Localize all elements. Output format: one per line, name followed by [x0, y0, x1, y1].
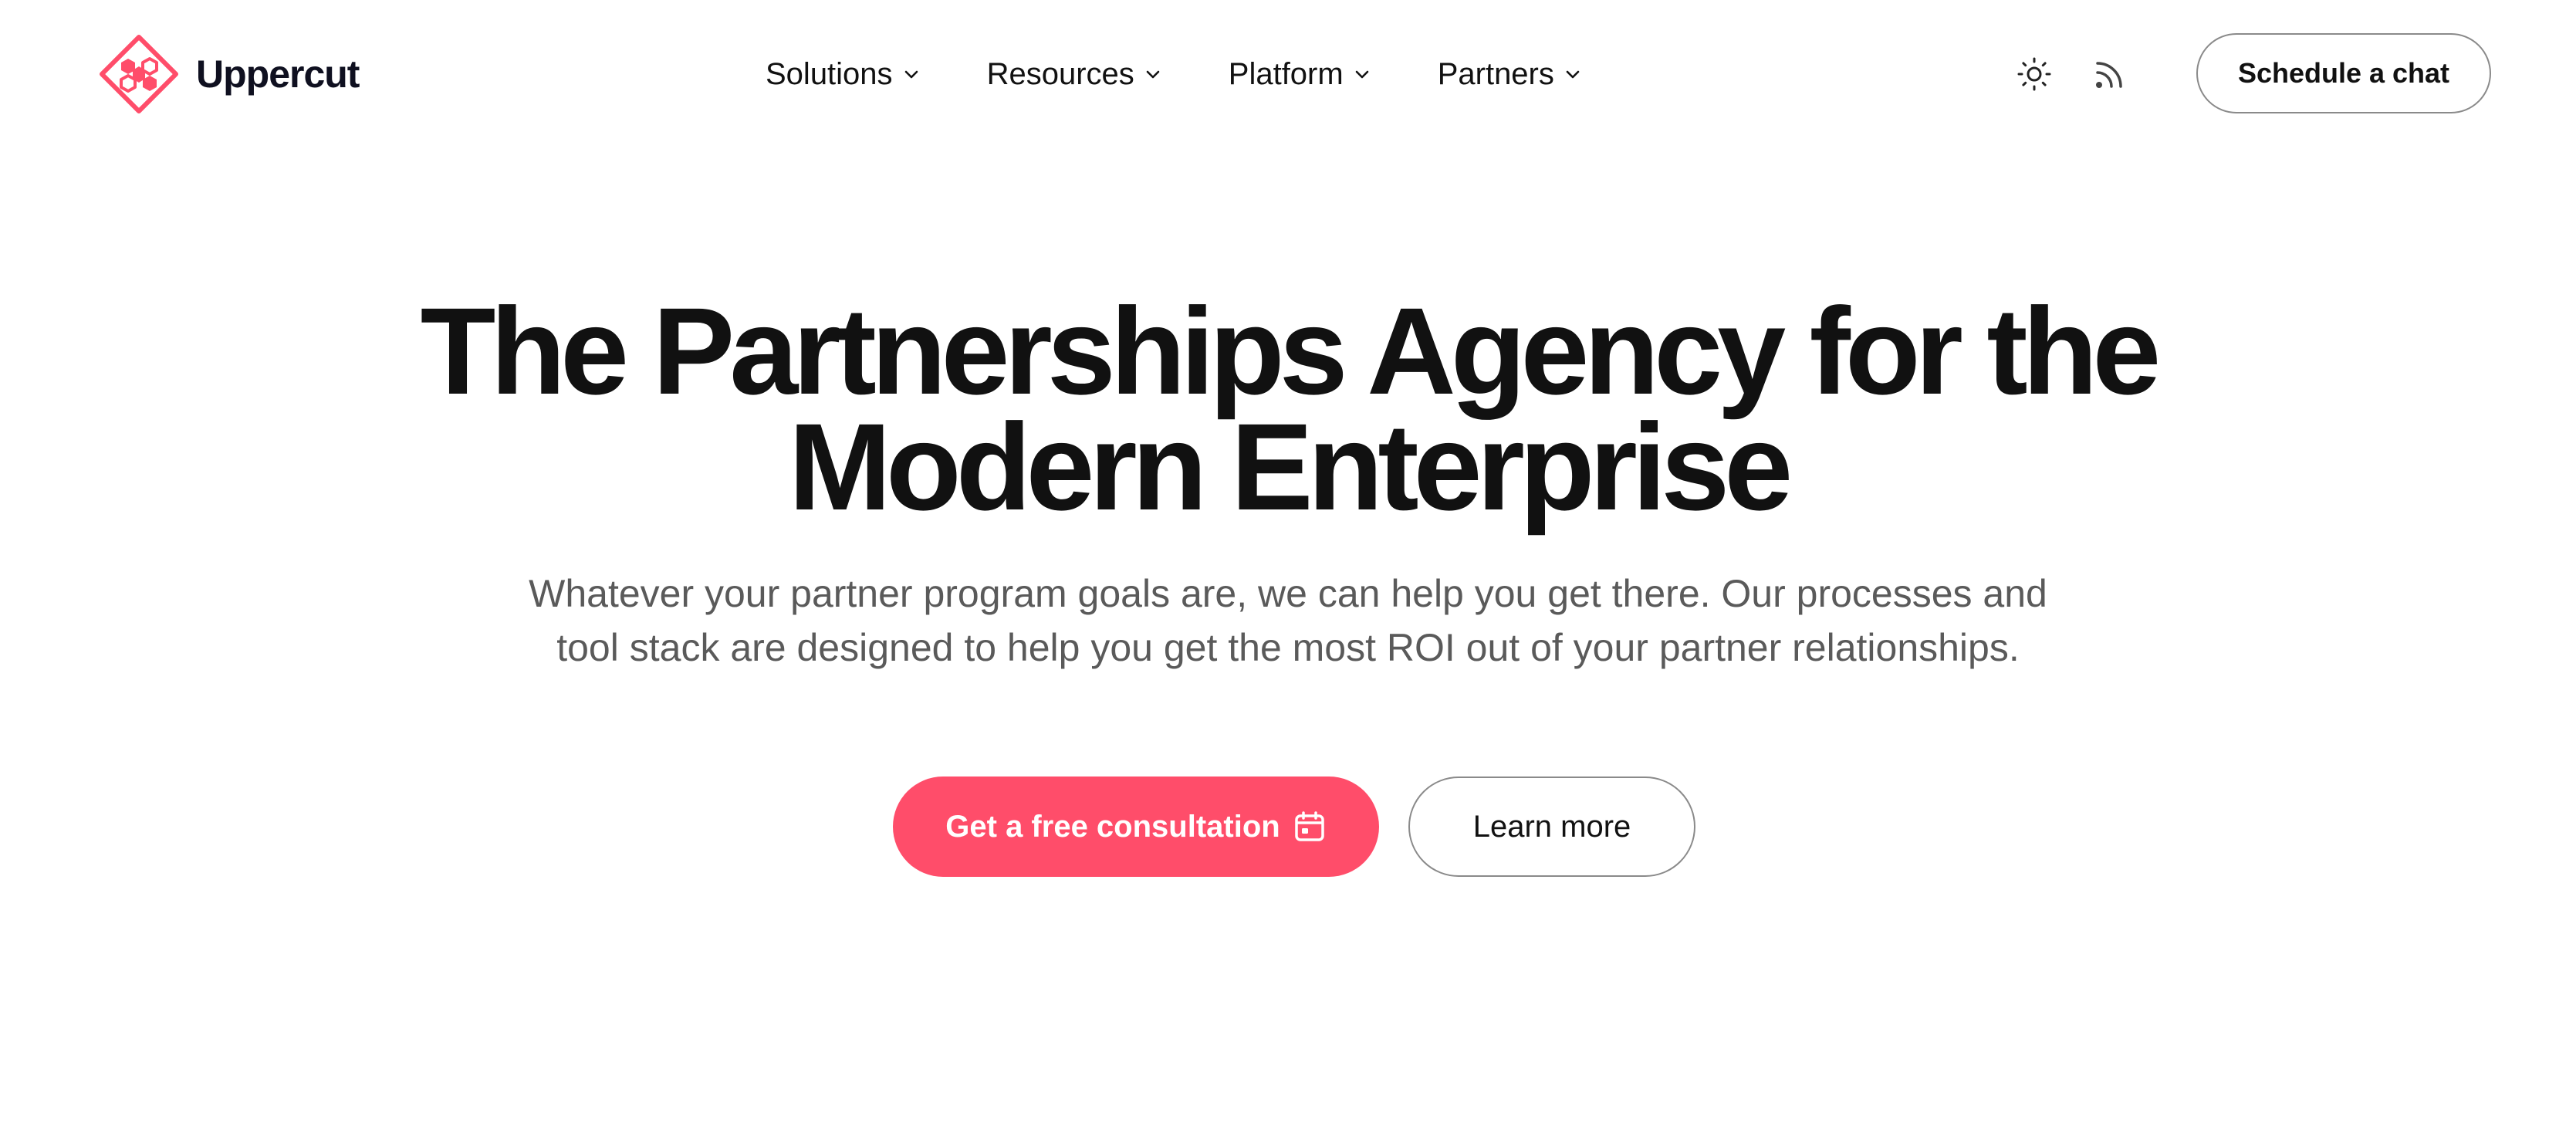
sun-icon [2017, 57, 2051, 91]
theme-toggle-button[interactable] [2010, 49, 2059, 99]
main-nav: Solutions Resources Platform Partners [766, 45, 1582, 103]
nav-item-platform[interactable]: Platform [1229, 57, 1371, 92]
nav-item-label: Solutions [766, 56, 893, 91]
hexagon-diamond-logo-icon [100, 35, 178, 113]
nav-item-label: Resources [986, 56, 1134, 91]
rss-icon [2096, 62, 2122, 88]
nav-item-label: Partners [1437, 56, 1554, 91]
brand-name: Uppercut [196, 52, 360, 96]
schedule-chat-button[interactable]: Schedule a chat [2196, 33, 2491, 113]
brand-logo-link[interactable]: Uppercut [97, 32, 360, 116]
chevron-down-icon [904, 70, 918, 79]
nav-item-partners[interactable]: Partners [1438, 57, 1582, 92]
free-consultation-label: Get a free consultation [945, 809, 1280, 844]
learn-more-button[interactable]: Learn more [1408, 777, 1695, 877]
nav-item-solutions[interactable]: Solutions [766, 57, 921, 92]
calendar-icon [1294, 811, 1324, 841]
hero-title: The Partnerships Agency for the Modern E… [285, 289, 2291, 529]
nav-item-resources[interactable]: Resources [987, 57, 1162, 92]
rss-feed-button[interactable] [2085, 49, 2135, 99]
hero-cta-group: Get a free consultation Learn more [893, 777, 1695, 877]
free-consultation-button[interactable]: Get a free consultation [893, 777, 1379, 877]
nav-item-label: Platform [1228, 56, 1344, 91]
hero-subtitle: Whatever your partner program goals are,… [529, 572, 2047, 669]
site-header: Uppercut Solutions Resources Platform Pa… [0, 0, 2576, 147]
chevron-down-icon [1566, 70, 1580, 79]
chevron-down-icon [1355, 70, 1369, 79]
hero-title-line-2: Modern Enterprise [788, 398, 1793, 536]
chevron-down-icon [1146, 70, 1160, 79]
